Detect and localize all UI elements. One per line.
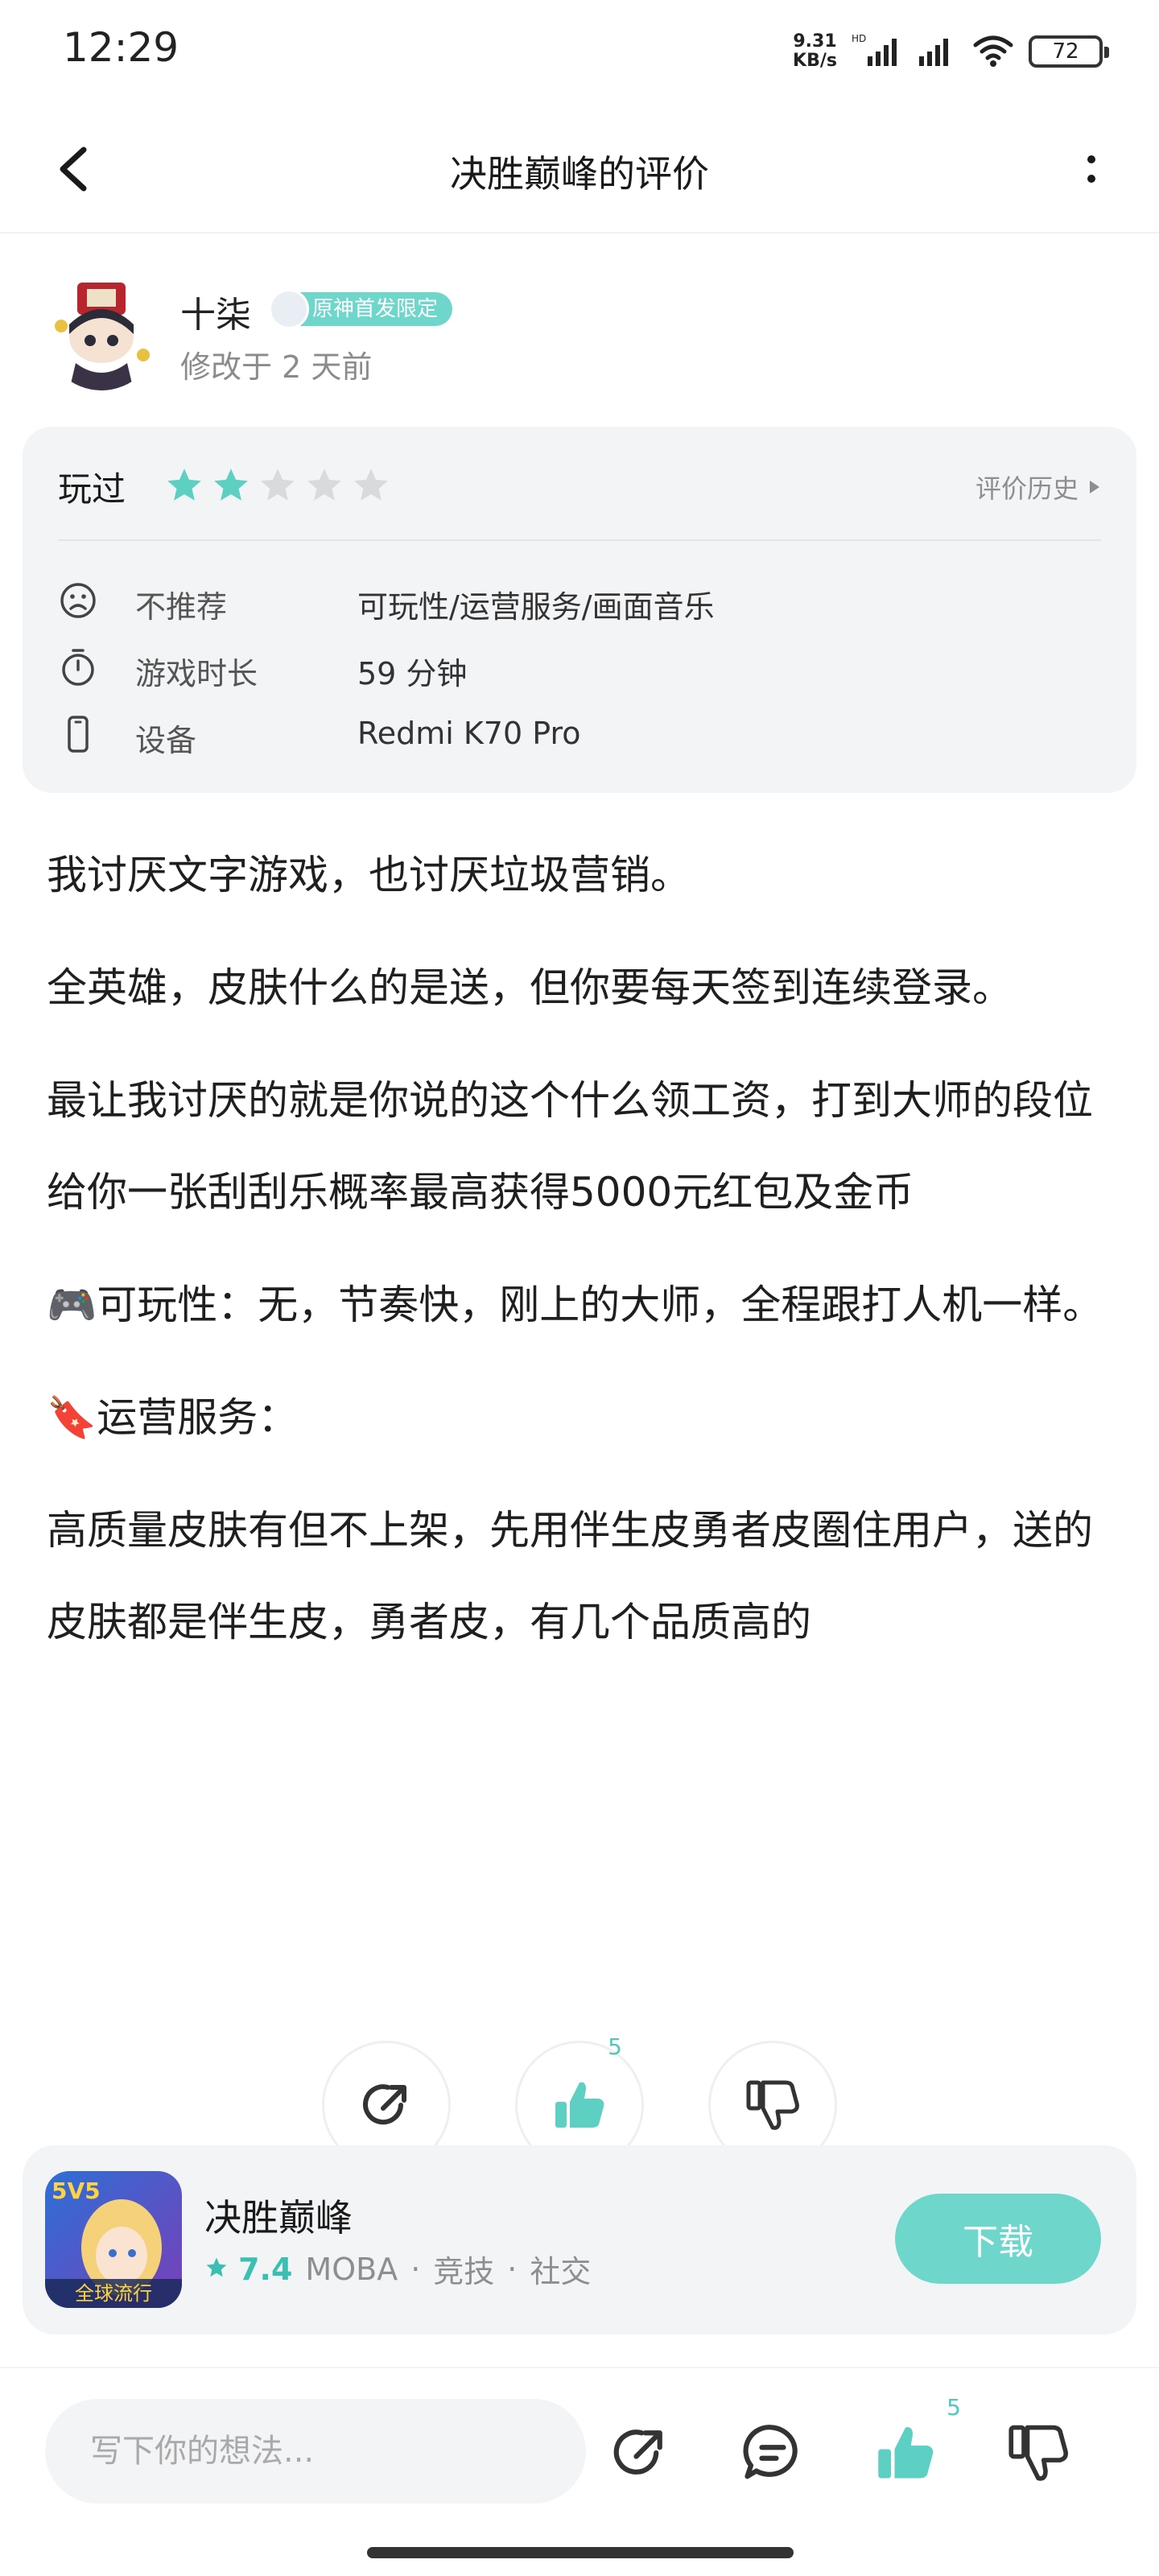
game-name: 决胜巅峰 (204, 2196, 353, 2240)
dislike-button[interactable] (994, 2409, 1083, 2497)
stopwatch-icon (62, 649, 94, 686)
star-filled-icon (167, 469, 201, 501)
author-name[interactable]: 十柒 (180, 286, 251, 337)
detail-value: 59 分钟 (357, 656, 468, 691)
page-title: 决胜巅峰的评价 (450, 152, 709, 196)
game-icon-badge: 5V5 (52, 2178, 101, 2204)
play-status: 玩过 (58, 469, 126, 509)
game-card[interactable]: 5V5 全球流行 决胜巅峰 7.4 MOBA · 竞技 · 社交 下载 (23, 2145, 1136, 2334)
star-empty-icon (354, 469, 388, 501)
star-empty-icon (261, 469, 295, 501)
share-icon (363, 2084, 406, 2125)
status-time: 12:29 (63, 24, 179, 71)
review-body: 我讨厌文字游戏，也讨厌垃圾营销。 全英雄，皮肤什么的是送，但你要每天签到连续登录… (47, 829, 1125, 1892)
star-icon (206, 2257, 227, 2277)
share-icon (613, 2429, 662, 2475)
game-meta: 7.4 MOBA · 竞技 · 社交 (204, 2247, 591, 2291)
like-count: 5 (608, 2033, 622, 2060)
avatar[interactable] (45, 278, 158, 390)
battery-level: 72 (1052, 39, 1079, 64)
net-speed-unit: KB/s (793, 51, 837, 71)
status-icons: 9.31 KB/s HD 72 (793, 27, 1109, 76)
hd-label: HD (852, 33, 866, 44)
game-icon[interactable]: 5V5 全球流行 (45, 2171, 182, 2308)
more-button[interactable] (1046, 137, 1111, 201)
detail-value: Redmi K70 Pro (357, 716, 581, 751)
comment-button[interactable] (728, 2409, 817, 2497)
thumbs-down-icon (1008, 2425, 1068, 2481)
score-group: 7.4 (204, 2252, 292, 2287)
review-paragraph: 我讨厌文字游戏，也讨厌垃圾营销。 (47, 852, 691, 898)
card-divider (58, 539, 1101, 541)
like-count: 5 (947, 2394, 961, 2421)
wifi-icon (972, 32, 1014, 71)
game-tag: 竞技 (433, 2254, 495, 2289)
top-nav: 决胜巅峰的评价 (0, 105, 1159, 233)
detail-label: 游戏时长 (135, 656, 258, 691)
author-badge-label: 原神首发限定 (312, 297, 439, 321)
game-icon-image: 5V5 全球流行 (45, 2171, 182, 2308)
star-filled-icon (214, 469, 248, 501)
detail-row-device: 设备 Redmi K70 Pro (58, 709, 1104, 758)
detail-value: 可玩性/运营服务/画面音乐 (357, 589, 715, 625)
detail-row-playtime: 游戏时长 59 分钟 (58, 642, 1104, 691)
signal-icon (916, 32, 958, 71)
thumbs-up-icon (878, 2427, 934, 2479)
review-paragraph: 🎮可玩性：无，节奏快，刚上的大师，全程跟打人机一样。 (47, 1282, 1103, 1328)
review-paragraph: 全英雄，皮肤什么的是送，但你要每天签到连续登录。 (47, 964, 1013, 1011)
net-speed: 9.31 KB/s (793, 32, 837, 71)
review-paragraph: 最让我讨厌的就是你说的这个什么领工资，打到大师的段位给你一张刮刮乐概率最高获得5… (47, 1077, 1093, 1216)
edit-time: 修改于 2 天前 (180, 349, 373, 385)
download-button[interactable]: 下载 (895, 2194, 1101, 2284)
review-paragraph: 🔖运营服务： (47, 1394, 299, 1441)
tag-separator: · (507, 2251, 518, 2287)
badge-avatar-icon (269, 289, 309, 329)
review-info-card: 玩过 评价历史 不推荐 可玩性/运营服务/画面音乐 游戏时长 59 分钟 设备 … (23, 427, 1136, 793)
star-empty-icon (307, 469, 341, 501)
share-button[interactable] (596, 2409, 684, 2497)
status-bar: 12:29 9.31 KB/s HD 72 (0, 0, 1159, 105)
star-rating (164, 465, 391, 506)
bottom-action-bar: 5 (0, 2367, 1159, 2576)
tag-separator: · (410, 2251, 421, 2287)
review-detail-page: 12:29 9.31 KB/s HD 72 决胜巅峰的评价 十柒 原神首发限定 … (0, 0, 1159, 2576)
author-row: 十柒 原神首发限定 修改于 2 天前 (45, 278, 1107, 390)
like-button[interactable]: 5 (861, 2394, 961, 2497)
battery-icon: 72 (1029, 35, 1109, 68)
sad-face-icon (60, 583, 96, 618)
rating-history-label: 评价历史 (975, 473, 1079, 504)
detail-label: 不推荐 (135, 589, 228, 625)
game-tag: MOBA (305, 2251, 398, 2287)
comment-input[interactable] (45, 2399, 586, 2504)
detail-label: 设备 (135, 723, 197, 758)
home-indicator[interactable] (367, 2547, 794, 2558)
game-tag: 社交 (530, 2254, 592, 2289)
more-vertical-icon (1087, 155, 1095, 183)
author-badge[interactable]: 原神首发限定 (269, 289, 453, 329)
detail-row-recommend: 不推荐 可玩性/运营服务/画面音乐 (58, 576, 1104, 625)
avatar-image (45, 278, 158, 390)
game-icon-banner: 全球流行 (75, 2282, 152, 2305)
thumbs-up-icon (555, 2082, 604, 2128)
triangle-right-icon (1090, 481, 1099, 493)
review-paragraph: 高质量皮肤有但不上架，先用伴生皮勇者皮圈住用户，送的皮肤都是伴生皮，勇者皮，有几… (47, 1507, 1093, 1645)
hd-signal-icon: HD (852, 32, 901, 71)
thumbs-down-icon (746, 2080, 799, 2130)
comment-bubble-icon (743, 2425, 798, 2479)
game-score: 7.4 (238, 2251, 293, 2287)
net-speed-value: 9.31 (793, 31, 837, 52)
phone-icon (68, 716, 89, 753)
rating-history-link[interactable]: 评价历史 (975, 469, 1101, 506)
